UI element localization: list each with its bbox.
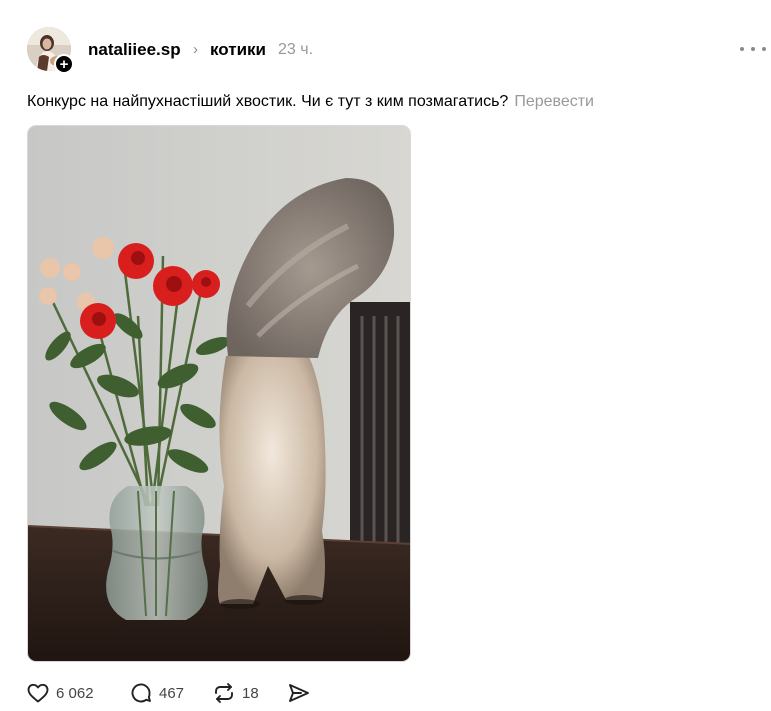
reply-button[interactable]: 467 bbox=[129, 679, 184, 707]
post-timestamp: 23 ч. bbox=[278, 41, 314, 58]
community-link[interactable]: котики bbox=[210, 40, 266, 60]
post-actions: 6 062 467 18 bbox=[26, 679, 346, 707]
caption-text: Конкурс на найпухнастіший хвостик. Чи є … bbox=[27, 93, 509, 110]
author-username[interactable]: nataliiee.sp bbox=[88, 40, 181, 60]
chevron-right-icon: › bbox=[193, 41, 198, 58]
repost-count: 18 bbox=[242, 684, 259, 702]
send-icon bbox=[287, 681, 311, 705]
share-button[interactable] bbox=[287, 679, 311, 707]
like-count: 6 062 bbox=[56, 684, 94, 702]
heart-icon bbox=[26, 681, 50, 705]
like-button[interactable]: 6 062 bbox=[26, 679, 94, 707]
follow-plus-icon[interactable]: + bbox=[54, 54, 74, 74]
translate-link[interactable]: Перевести bbox=[514, 93, 594, 110]
comment-icon bbox=[129, 681, 153, 705]
repost-icon bbox=[212, 681, 236, 705]
reply-count: 467 bbox=[159, 684, 185, 702]
post-photo[interactable] bbox=[27, 125, 411, 662]
more-options-icon[interactable] bbox=[740, 37, 766, 61]
post-card: + nataliiee.sp › котики 23 ч. Конкурс на… bbox=[0, 0, 771, 711]
repost-button[interactable]: 18 bbox=[212, 679, 259, 707]
post-header: + nataliiee.sp › котики 23 ч. bbox=[27, 27, 771, 74]
post-caption: Конкурс на найпухнастіший хвостик. Чи є … bbox=[27, 93, 594, 111]
